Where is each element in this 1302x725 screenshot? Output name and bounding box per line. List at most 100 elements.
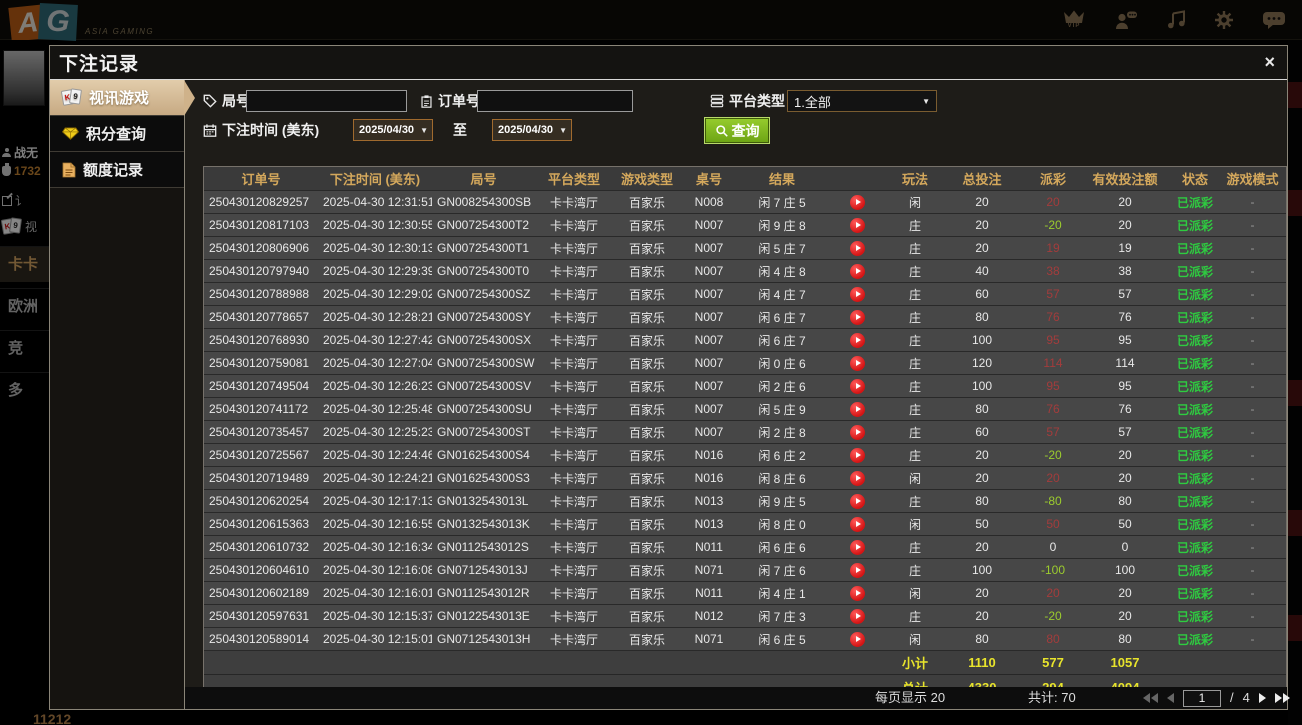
- table-row: 250430120797940 2025-04-30 12:29:39 GN0072…: [204, 260, 1286, 283]
- cell-play: 庄: [908, 218, 921, 233]
- tab-video-games[interactable]: K9 视讯游戏: [50, 80, 184, 116]
- cell-mode: -: [1250, 609, 1255, 623]
- replay-button[interactable]: [849, 493, 865, 509]
- cell-valid-bet: 20: [1118, 471, 1132, 485]
- replay-button[interactable]: [849, 424, 865, 440]
- cell-total-bet: 40: [975, 264, 989, 278]
- cell-table-no: N007: [694, 310, 724, 324]
- prev-page-button[interactable]: [1167, 693, 1174, 703]
- cell-replay: [827, 194, 887, 210]
- cell-platform: 卡卡湾厅: [549, 517, 598, 532]
- replay-button[interactable]: [849, 332, 865, 348]
- order-number-input[interactable]: [477, 90, 633, 112]
- cell-table-no: N007: [694, 264, 724, 278]
- tab-label: 额度记录: [83, 162, 144, 179]
- page-number-input[interactable]: [1183, 689, 1221, 707]
- tab-label: 积分查询: [86, 126, 147, 143]
- per-page-label: 每页显示 20: [875, 690, 946, 705]
- table-row: 250430120778657 2025-04-30 12:28:21 GN0072…: [204, 306, 1286, 329]
- cell-payout: -80: [1044, 494, 1062, 508]
- first-page-button[interactable]: [1143, 693, 1158, 703]
- cell-play: 庄: [908, 379, 921, 394]
- chevron-down-icon: ▼: [420, 125, 428, 135]
- subtotal-valid-bet: 1057: [1110, 655, 1140, 670]
- cell-game: 百家乐: [628, 379, 665, 394]
- cell-mode: -: [1250, 356, 1255, 370]
- cell-table-no: N071: [694, 632, 724, 646]
- tab-points-query[interactable]: 积分查询: [50, 116, 184, 152]
- table-row: 250430120788988 2025-04-30 12:29:02 GN0072…: [204, 283, 1286, 306]
- cell-result: 闲 8 庄 6: [758, 471, 806, 486]
- replay-button[interactable]: [849, 309, 865, 325]
- cell-play: 庄: [908, 425, 921, 440]
- replay-button[interactable]: [849, 355, 865, 371]
- cell-table-no: N008: [694, 195, 724, 209]
- replay-button[interactable]: [849, 263, 865, 279]
- replay-button[interactable]: [849, 585, 865, 601]
- replay-button[interactable]: [849, 516, 865, 532]
- round-number-input[interactable]: [246, 90, 407, 112]
- subtotal-total-bet: 1110: [968, 655, 996, 670]
- cell-valid-bet: 20: [1118, 609, 1132, 623]
- close-icon[interactable]: ×: [1264, 51, 1275, 73]
- cell-time: 2025-04-30 12:16:34: [323, 540, 432, 554]
- replay-button[interactable]: [849, 631, 865, 647]
- column-header: 下注时间 (美东): [329, 172, 421, 187]
- cell-order-id: 250430120735457: [209, 425, 310, 439]
- replay-button[interactable]: [849, 240, 865, 256]
- date-to-picker[interactable]: 2025/04/30 ▼: [492, 119, 572, 141]
- date-from-picker[interactable]: 2025/04/30 ▼: [353, 119, 433, 141]
- replay-button[interactable]: [849, 562, 865, 578]
- cell-platform: 卡卡湾厅: [549, 425, 598, 440]
- cell-game: 百家乐: [628, 402, 665, 417]
- cell-result: 闲 0 庄 6: [758, 356, 806, 371]
- platform-type-select[interactable]: 1.全部 ▼: [787, 90, 937, 112]
- search-button[interactable]: 查询: [704, 117, 770, 144]
- cell-platform: 卡卡湾厅: [549, 287, 598, 302]
- replay-button[interactable]: [849, 470, 865, 486]
- platform-type-label: 平台类型: [729, 93, 785, 109]
- table-row: 250430120817103 2025-04-30 12:30:55 GN0072…: [204, 214, 1286, 237]
- tab-credit-records[interactable]: 额度记录: [50, 152, 184, 188]
- cell-status: 已派彩: [1176, 540, 1213, 555]
- table-row: 250430120604610 2025-04-30 12:16:08 GN0712…: [204, 559, 1286, 582]
- cell-valid-bet: 76: [1118, 310, 1132, 324]
- cell-platform: 卡卡湾厅: [549, 586, 598, 601]
- replay-button[interactable]: [849, 286, 865, 302]
- tag-icon: [203, 94, 217, 108]
- cell-round-id: GN0112543012S: [437, 540, 529, 554]
- next-page-button[interactable]: [1258, 693, 1266, 703]
- document-icon: [62, 162, 76, 177]
- table-row: 250430120725567 2025-04-30 12:24:46 GN0162…: [204, 444, 1286, 467]
- cell-play: 庄: [908, 287, 921, 302]
- table-row: 250430120768930 2025-04-30 12:27:42 GN0072…: [204, 329, 1286, 352]
- cell-time: 2025-04-30 12:15:01: [323, 632, 432, 646]
- cell-order-id: 250430120817103: [209, 218, 310, 232]
- cell-replay: [827, 585, 887, 601]
- replay-button[interactable]: [849, 378, 865, 394]
- cell-table-no: N016: [694, 448, 724, 462]
- replay-button[interactable]: [849, 608, 865, 624]
- replay-button[interactable]: [849, 539, 865, 555]
- last-page-button[interactable]: [1274, 693, 1290, 703]
- cell-valid-bet: 20: [1118, 195, 1132, 209]
- replay-button[interactable]: [849, 401, 865, 417]
- cell-game: 百家乐: [628, 632, 665, 647]
- order-number-label: 订单号: [438, 93, 480, 109]
- cell-status: 已派彩: [1176, 494, 1213, 509]
- cell-round-id: GN007254300SU: [437, 402, 532, 416]
- replay-button[interactable]: [849, 217, 865, 233]
- cell-payout: 95: [1046, 333, 1060, 347]
- cell-game: 百家乐: [628, 241, 665, 256]
- cell-mode: -: [1250, 517, 1255, 531]
- cell-result: 闲 5 庄 9: [758, 402, 806, 417]
- replay-button[interactable]: [849, 447, 865, 463]
- cell-total-bet: 20: [975, 195, 989, 209]
- cell-round-id: GN007254300SX: [437, 333, 532, 347]
- replay-button[interactable]: [849, 194, 865, 210]
- cell-game: 百家乐: [628, 218, 665, 233]
- cell-platform: 卡卡湾厅: [549, 379, 598, 394]
- to-label: 至: [453, 122, 467, 138]
- table-row: 250430120829257 2025-04-30 12:31:51 GN0082…: [204, 191, 1286, 214]
- cell-result: 闲 6 庄 6: [758, 540, 806, 555]
